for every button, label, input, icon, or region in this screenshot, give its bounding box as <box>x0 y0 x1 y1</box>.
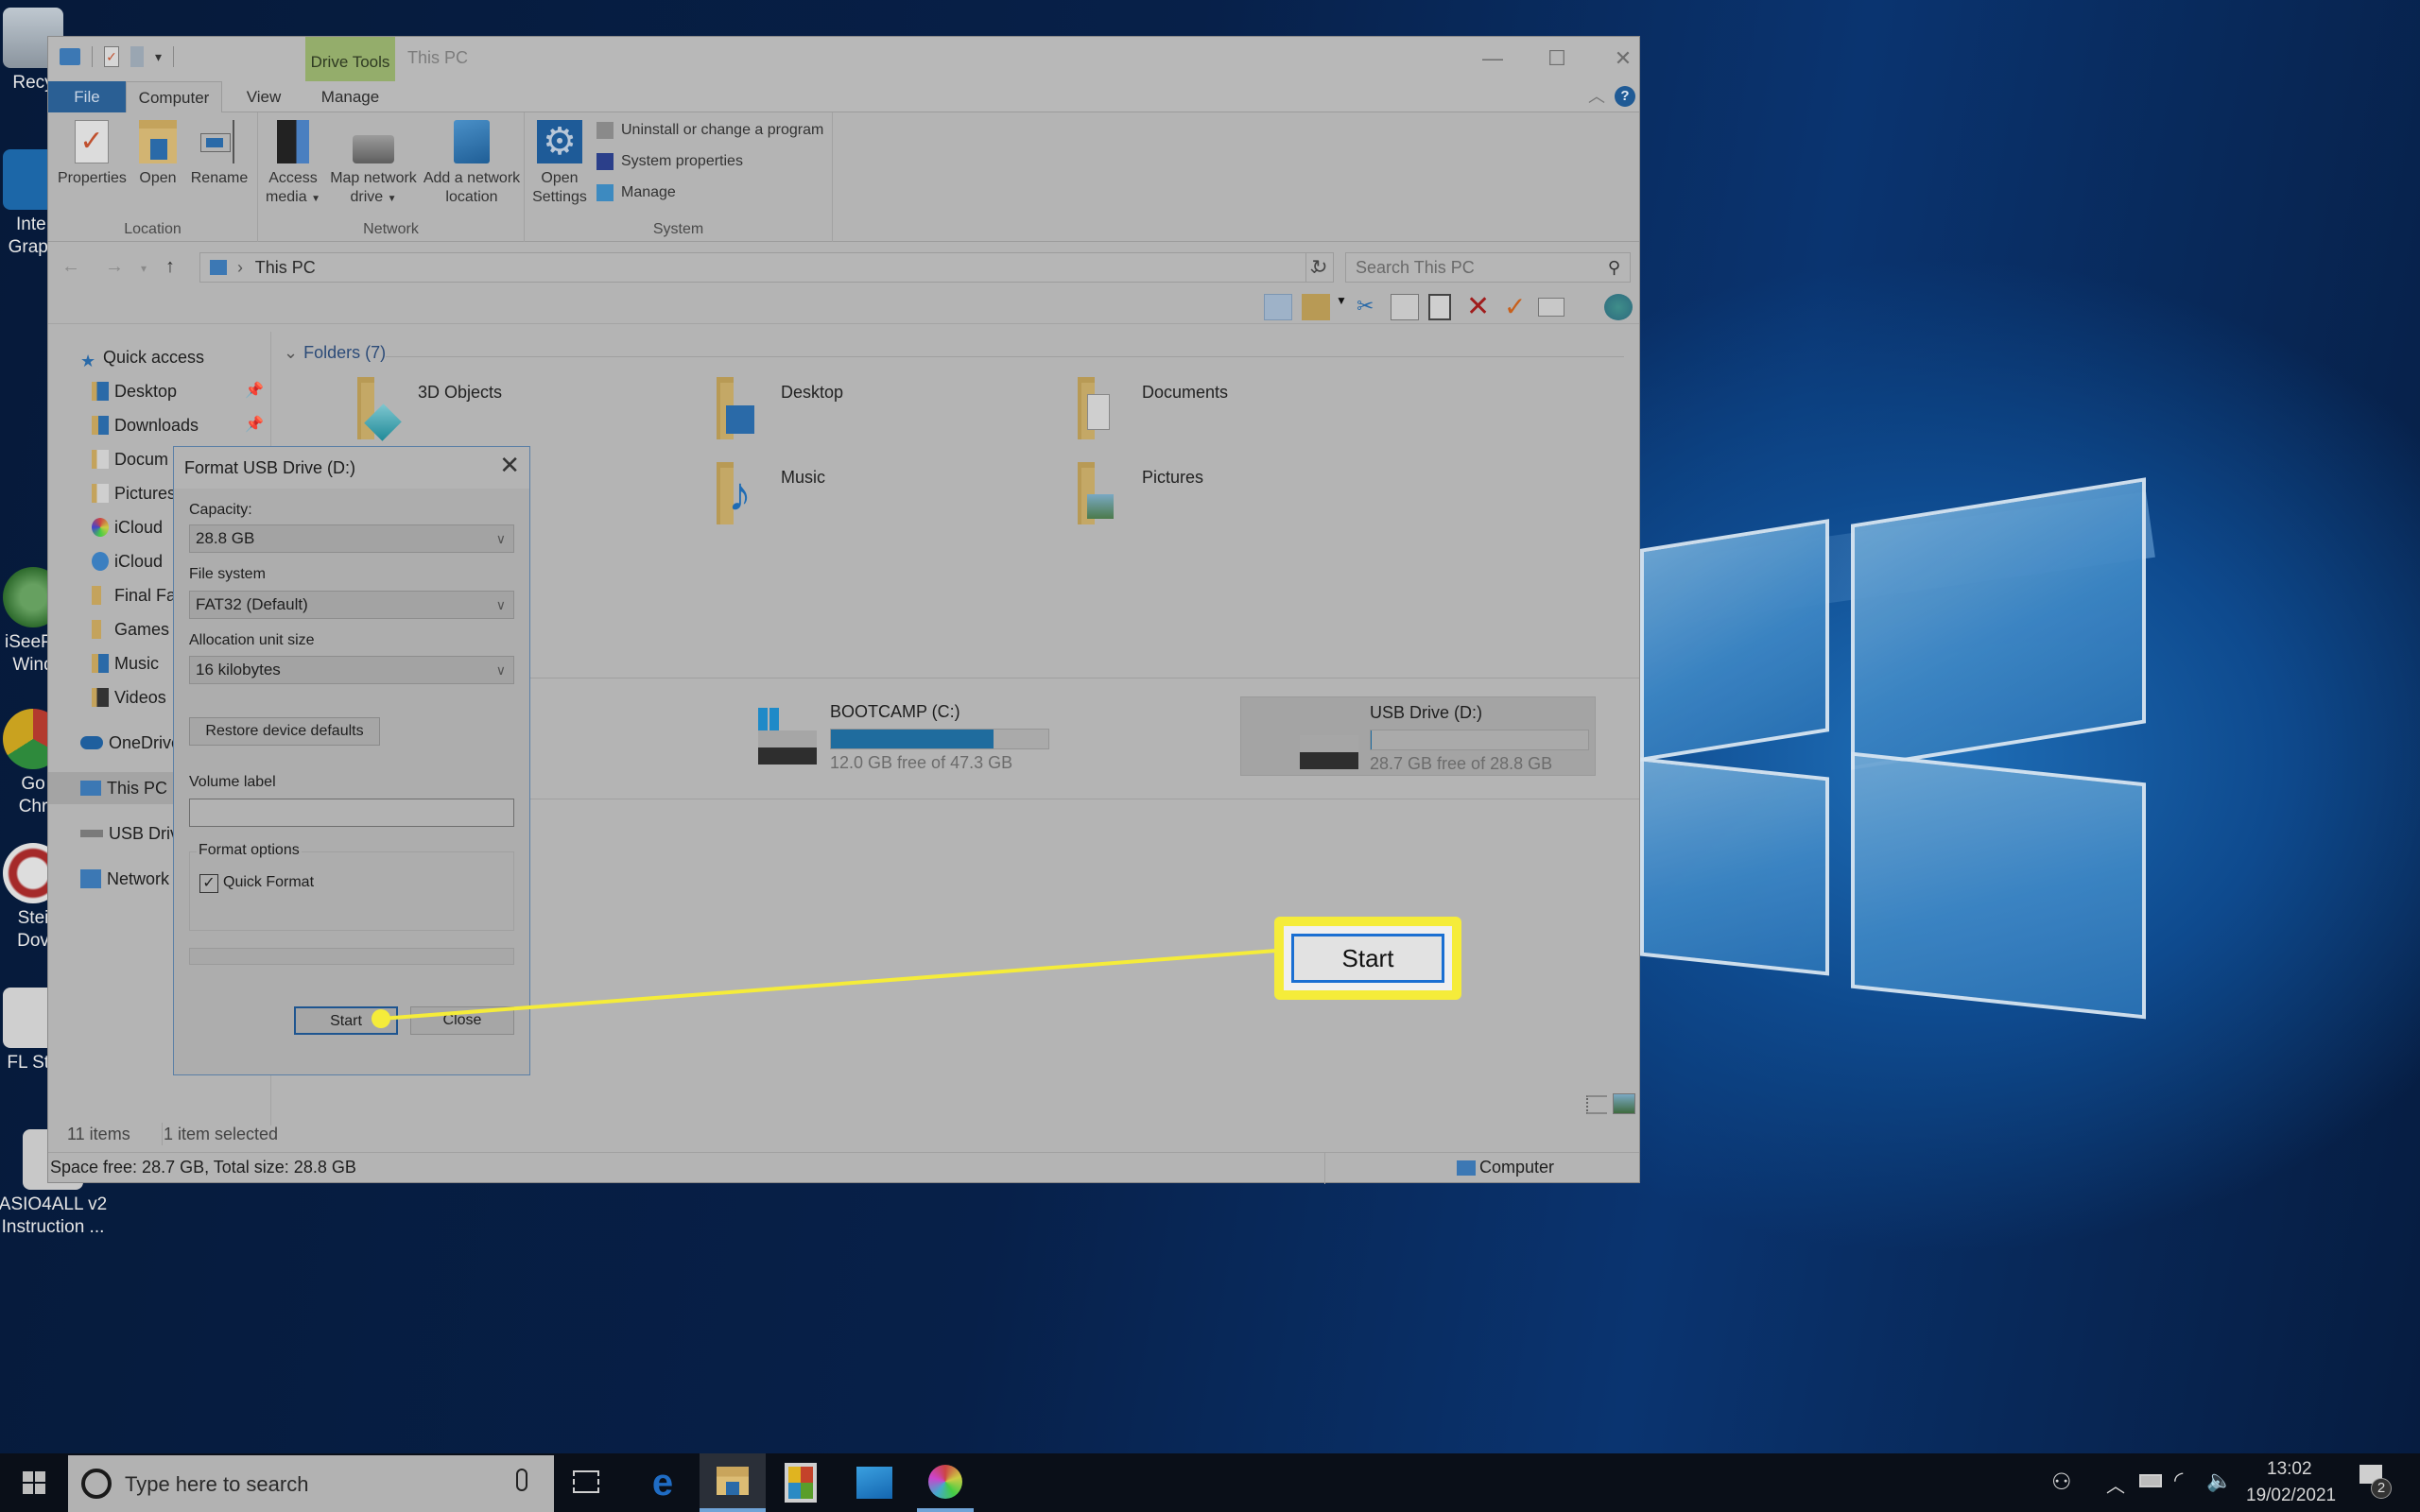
people-icon[interactable]: ⚇ <box>2051 1469 2072 1496</box>
start-callout: Start <box>1274 917 1461 1000</box>
paint-palette-icon <box>928 1465 962 1499</box>
callout-start-button: Start <box>1291 934 1444 983</box>
wifi-icon[interactable]: ◜ <box>2174 1467 2183 1494</box>
microsoft-store-icon[interactable] <box>785 1463 817 1503</box>
task-view-icon[interactable] <box>573 1470 599 1493</box>
edge-browser-icon[interactable]: e <box>643 1463 683 1503</box>
notification-count-badge: 2 <box>2371 1478 2392 1499</box>
battery-icon[interactable] <box>2139 1474 2162 1487</box>
clock-time[interactable]: 13:02 <box>2267 1459 2312 1480</box>
callout-line <box>380 949 1277 1021</box>
callout-dot <box>372 1009 390 1028</box>
search-placeholder: Type here to search <box>125 1472 309 1496</box>
cortana-icon <box>81 1469 112 1499</box>
taskbar-search-box[interactable]: Type here to search <box>68 1455 554 1512</box>
mail-icon[interactable] <box>856 1467 892 1499</box>
file-explorer-taskbar-button[interactable] <box>700 1453 766 1512</box>
callout-connector <box>372 949 1277 1028</box>
microphone-icon[interactable] <box>516 1469 527 1491</box>
start-menu-button[interactable] <box>0 1453 68 1512</box>
show-hidden-icons-chevron[interactable]: ︿ <box>2106 1470 2125 1498</box>
paint-taskbar-button[interactable] <box>917 1453 974 1512</box>
taskbar: Type here to search e ⚇ ︿ ◜ 🔈 13:02 19/0… <box>0 1453 2420 1512</box>
clock-date[interactable]: 19/02/2021 <box>2246 1486 2336 1506</box>
volume-icon[interactable]: 🔈 <box>2206 1469 2232 1493</box>
action-center-button[interactable]: 2 <box>2360 1465 2392 1499</box>
